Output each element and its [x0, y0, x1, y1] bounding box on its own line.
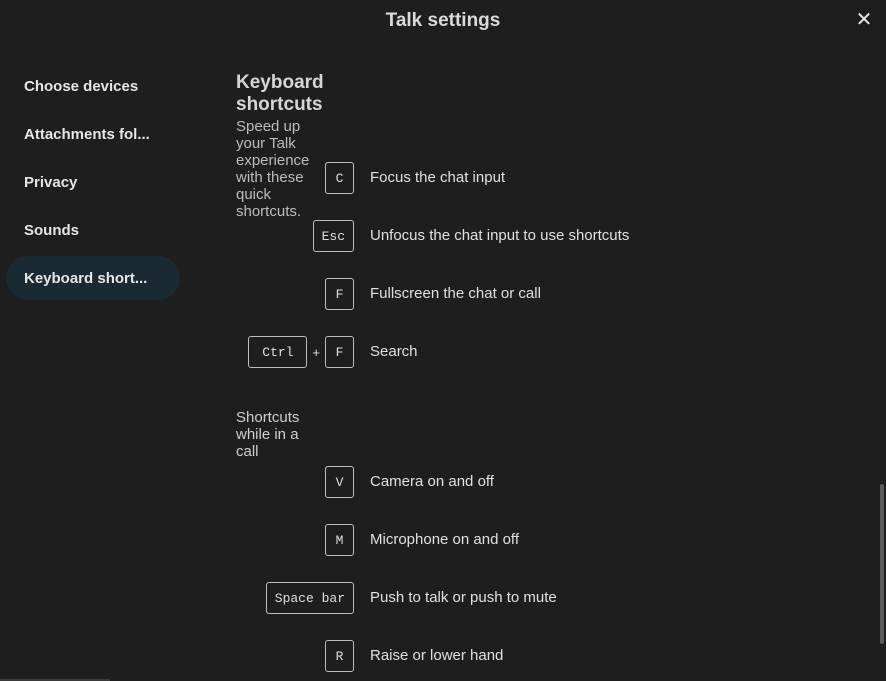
shortcut-label: Microphone on and off	[370, 531, 519, 548]
section-heading: Keyboard shortcuts	[236, 72, 324, 115]
shortcut-keys: Esc	[312, 219, 354, 253]
scrollbar[interactable]	[880, 484, 884, 644]
shortcut-row: Ctrl + F Search	[0, 335, 886, 369]
keycap: Ctrl	[248, 336, 308, 368]
close-icon[interactable]: ✕	[854, 10, 874, 30]
shortcut-keys: Space bar	[265, 581, 354, 615]
shortcut-label: Fullscreen the chat or call	[370, 285, 541, 302]
shortcut-keys: Ctrl + F	[248, 335, 354, 369]
shortcut-keys: V	[325, 465, 354, 499]
shortcut-row: C Focus the chat input	[0, 161, 886, 195]
shortcut-row: Esc Unfocus the chat input to use shortc…	[0, 219, 886, 253]
keycap: C	[325, 162, 354, 194]
shortcut-label: Raise or lower hand	[370, 647, 504, 664]
shortcut-keys: M	[325, 523, 354, 557]
shortcut-row: R Raise or lower hand	[0, 639, 886, 673]
keycap: M	[325, 524, 354, 556]
sidebar-item-label: Attachments fol...	[24, 125, 150, 143]
sidebar-item-choose-devices[interactable]: Choose devices	[6, 64, 180, 108]
key-separator: +	[312, 344, 320, 360]
keycap: F	[325, 278, 354, 310]
keycap: V	[325, 466, 354, 498]
shortcut-label: Unfocus the chat input to use shortcuts	[370, 227, 630, 244]
dialog-title: Talk settings	[385, 10, 501, 31]
shortcut-row: M Microphone on and off	[0, 523, 886, 557]
keycap: F	[325, 336, 354, 368]
shortcut-keys: F	[325, 277, 354, 311]
shortcut-label: Camera on and off	[370, 473, 494, 490]
call-shortcuts-heading: Shortcuts while in a call	[236, 409, 300, 460]
shortcut-keys: R	[325, 639, 354, 673]
sidebar-item-label: Choose devices	[24, 77, 139, 95]
shortcut-label: Push to talk or push to mute	[370, 589, 557, 606]
shortcut-label: Search	[370, 343, 418, 360]
shortcut-row: F Fullscreen the chat or call	[0, 277, 886, 311]
keycap: R	[325, 640, 354, 672]
shortcut-label: Focus the chat input	[370, 169, 506, 186]
shortcut-keys: C	[325, 161, 354, 195]
keycap: Esc	[312, 220, 354, 252]
shortcut-row: V Camera on and off	[0, 465, 886, 499]
sidebar-item-attachments-folder[interactable]: Attachments fol...	[6, 112, 180, 156]
shortcut-row: Space bar Push to talk or push to mute	[0, 581, 886, 615]
keycap: Space bar	[265, 582, 354, 614]
